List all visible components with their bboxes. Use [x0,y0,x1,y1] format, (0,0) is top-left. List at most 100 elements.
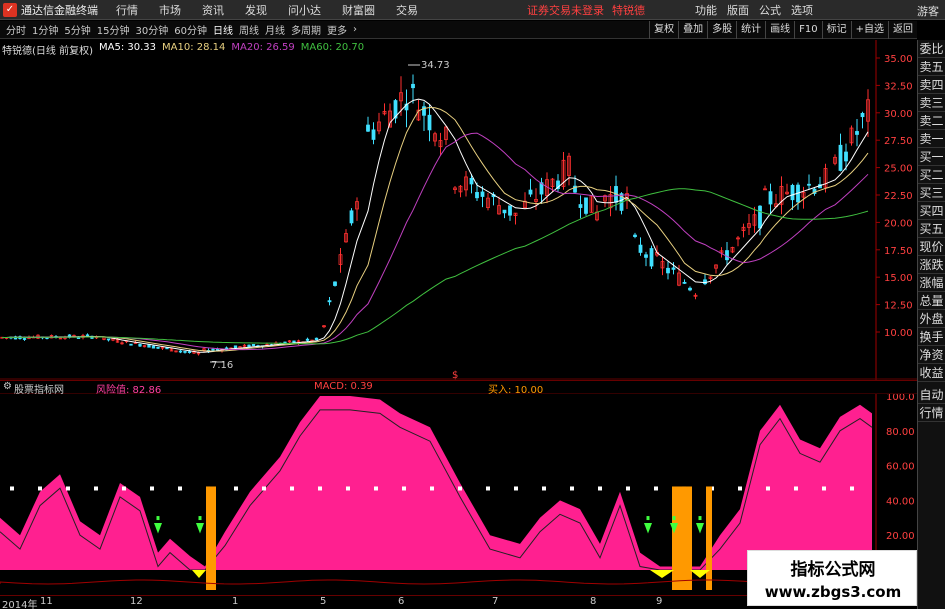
candle-body [860,112,865,118]
side-tab-18[interactable]: 收益 [918,364,945,382]
candle-body [371,129,376,140]
menu-options[interactable]: 选项 [791,2,813,18]
candle-body [183,351,187,353]
side-tab-9[interactable]: 买四 [918,202,945,220]
period-multi[interactable]: 多周期 [291,22,321,37]
side-tab2-1[interactable]: 行情 [918,404,945,422]
candle-body [76,337,81,339]
side-tab-2[interactable]: 卖四 [918,76,945,94]
login-status[interactable]: 证券交易未登录 [527,2,604,18]
menu-wealth-circle[interactable]: 财富圈 [342,2,375,18]
period-weekly[interactable]: 周线 [239,22,259,37]
buy-signal-arrow [154,523,162,534]
side-tab-13[interactable]: 涨幅 [918,274,945,292]
x-label-6: 6 [398,596,405,607]
menu-news[interactable]: 资讯 [202,2,224,18]
overlay-button[interactable]: 叠加 [678,21,707,39]
midline-dot [822,486,826,491]
menu-market[interactable]: 市场 [159,2,181,18]
chevron-right-icon[interactable]: › [353,24,357,35]
base-line [0,579,865,585]
side-tab-1[interactable]: 卖五 [918,58,945,76]
sub-tick-label: 40.00 [886,496,915,507]
period-30min[interactable]: 30分钟 [135,22,168,37]
menu-trade[interactable]: 交易 [396,2,418,18]
midline-dot [178,486,182,491]
watermark-url: www.zbgs3.com [764,583,902,601]
price-tick-label: 30.00 [884,109,913,120]
side-tab-4[interactable]: 卖二 [918,112,945,130]
side-tab2-0[interactable]: 自动 [918,386,945,404]
f10-button[interactable]: F10 [794,21,821,39]
price-tick-label: 32.50 [884,81,913,92]
guest-account[interactable]: 游客 [917,3,939,19]
menu-ask[interactable]: 问小达 [288,2,321,18]
side-tab-7[interactable]: 买二 [918,166,945,184]
quote-side-panel: 委比 卖五 卖四 卖三 卖二 卖一 买一 买二 买三 买四 买五 现价 涨跌 涨幅 总量 外盘 换手 净资 收益自动… [917,40,945,609]
stock-title: 特锐德(日线 前复权) [2,46,93,57]
menu-formula[interactable]: 公式 [759,2,781,18]
side-tab-3[interactable]: 卖三 [918,94,945,112]
side-tab-15[interactable]: 外盘 [918,310,945,328]
candle-body [411,83,415,89]
kline-chart[interactable]: 35.00 32.50 30.00 27.50 25.00 22.50 20.00 17.50… [0,40,917,380]
restore-rights-button[interactable]: 复权 [649,21,678,39]
side-tab-0[interactable]: 委比 [918,40,945,58]
candle-body [151,345,156,349]
candle-body [349,210,354,224]
menu-market-quotes[interactable]: 行情 [116,2,138,18]
candle-body [666,267,670,274]
candle-body [147,344,151,348]
side-tab-16[interactable]: 换手 [918,328,945,346]
candle-body [187,351,192,354]
candle-body [768,191,773,205]
x-label-5: 5 [320,596,327,607]
side-tab-17[interactable]: 净资 [918,346,945,364]
side-tab-10[interactable]: 买五 [918,220,945,238]
watermark-title: 指标公式网 [790,560,876,580]
add-watchlist-button[interactable]: +自选 [850,21,888,39]
side-tab-12[interactable]: 涨跌 [918,256,945,274]
candle-body [638,244,643,253]
draw-line-button[interactable]: 画线 [765,21,794,39]
side-tab-6[interactable]: 买一 [918,148,945,166]
candle-body [138,343,142,347]
menu-discover[interactable]: 发现 [245,2,267,18]
midline-dot [850,486,854,491]
site-watermark: 指标公式网 www.zbgs3.com [747,550,917,606]
period-more[interactable]: 更多 [327,22,347,37]
period-5min[interactable]: 5分钟 [64,22,90,37]
midline-dot [318,486,322,491]
period-1min[interactable]: 1分钟 [32,22,58,37]
period-monthly[interactable]: 月线 [265,22,285,37]
sub-tick-label: 100.0 [886,394,915,403]
midline-dot [598,486,602,491]
indicator-settings-icon[interactable]: ⚙ [3,381,12,392]
side-tab-14[interactable]: 总量 [918,292,945,310]
period-15min[interactable]: 15分钟 [97,22,130,37]
side-tab-5[interactable]: 卖一 [918,130,945,148]
back-button[interactable]: 返回 [888,21,917,39]
mark-button[interactable]: 标记 [821,21,851,39]
bottom-signal [650,570,674,578]
side-tab-8[interactable]: 买三 [918,184,945,202]
midline-dot [10,486,14,491]
midline-dot [514,486,518,491]
low-price-label: 7.16 [211,360,233,371]
period-60min[interactable]: 60分钟 [174,22,207,37]
x-label-7: 7 [492,596,499,607]
period-daily[interactable]: 日线 [213,22,233,37]
menu-function[interactable]: 功能 [695,2,717,18]
period-intraday[interactable]: 分时 [6,22,26,37]
price-tick-label: 25.00 [884,164,913,175]
side-tab-11[interactable]: 现价 [918,238,945,256]
midline-dot [570,486,574,491]
candle-body [682,281,687,284]
statistics-button[interactable]: 统计 [736,21,765,39]
candle-body [106,338,111,341]
midline-dot [654,486,658,491]
midline-dot [766,486,770,491]
price-tick-label: 22.50 [884,191,913,202]
menu-layout[interactable]: 版面 [727,2,749,18]
multi-stock-button[interactable]: 多股 [707,21,736,39]
